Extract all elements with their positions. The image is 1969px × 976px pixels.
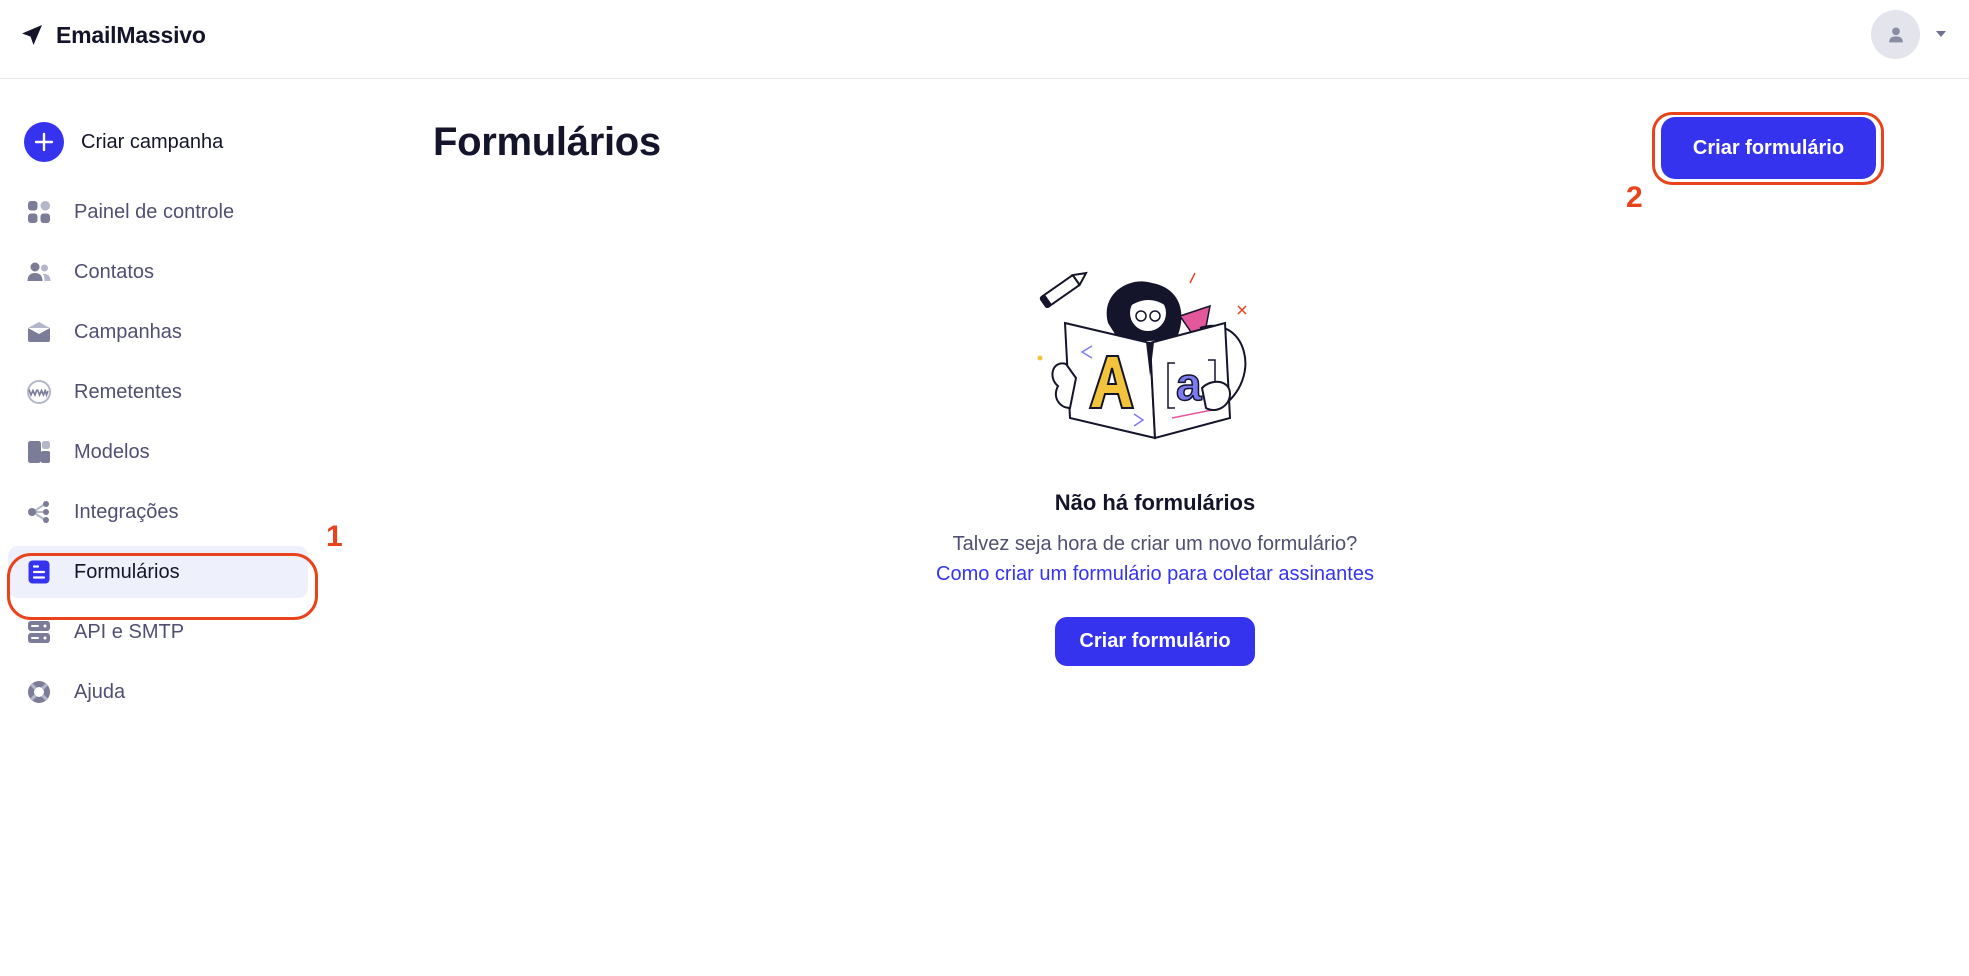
empty-state-create-form-button[interactable]: Criar formulário: [1055, 617, 1255, 666]
create-campaign-label: Criar campanha: [81, 130, 224, 153]
envelope-icon: [26, 319, 52, 345]
paper-plane-icon: [22, 25, 42, 45]
server-icon: [26, 619, 52, 645]
sidebar-item-label: Remetentes: [74, 380, 182, 403]
sidebar-item-integrations[interactable]: Integrações: [8, 486, 308, 538]
empty-state-subtitle: Talvez seja hora de criar um novo formul…: [952, 533, 1358, 555]
brand-logo[interactable]: EmailMassivo: [20, 20, 206, 50]
sidebar-item-templates[interactable]: Modelos: [8, 426, 308, 478]
user-icon: [1888, 26, 1903, 42]
empty-state-title: Não há formulários: [1054, 490, 1256, 515]
sidebar-item-campaigns[interactable]: Campanhas: [8, 306, 308, 358]
plus-icon: [24, 122, 64, 162]
sidebar-item-api-smtp[interactable]: API e SMTP: [8, 606, 308, 658]
top-bar: EmailMassivo: [0, 0, 1969, 79]
svg-text:a: a: [1176, 358, 1202, 410]
contacts-icon: [26, 259, 52, 285]
sidebar-item-help[interactable]: Ajuda: [8, 666, 308, 718]
annotation-number: 1: [326, 520, 343, 553]
sidebar-item-label: Ajuda: [74, 680, 126, 703]
empty-forms-illustration: a: [1037, 271, 1247, 440]
create-campaign-button[interactable]: Criar campanha: [24, 122, 223, 162]
sidebar-item-forms[interactable]: Formulários: [8, 546, 308, 598]
help-link-create-form[interactable]: Como criar um formulário para coletar as…: [855, 563, 1455, 586]
integrations-icon: [26, 499, 52, 525]
lifebuoy-icon: [26, 679, 52, 705]
sidebar-item-senders[interactable]: Remetentes: [8, 366, 308, 418]
sidebar-item-label: Painel de controle: [74, 200, 235, 223]
sidebar-item-label: API e SMTP: [74, 620, 185, 643]
avatar[interactable]: [1871, 10, 1920, 59]
globe-www-icon: [26, 379, 52, 405]
form-icon: [26, 559, 52, 585]
sidebar-item-label: Campanhas: [74, 320, 182, 343]
dashboard-icon: [26, 199, 52, 225]
page-title: Formulários: [433, 120, 661, 164]
templates-icon: [26, 439, 52, 465]
sidebar-item-label: Integrações: [74, 500, 179, 523]
sidebar-nav: Painel de controle Contatos Campanhas Re…: [8, 186, 308, 726]
sidebar-item-dashboard[interactable]: Painel de controle: [8, 186, 308, 238]
brand-name: EmailMassivo: [56, 21, 206, 48]
annotation-number: 2: [1626, 181, 1643, 214]
sidebar-item-contacts[interactable]: Contatos: [8, 246, 308, 298]
sidebar-item-label: Contatos: [74, 260, 155, 283]
sidebar-item-label: Modelos: [74, 440, 150, 463]
sidebar-item-label: Formulários: [74, 560, 180, 583]
sidebar: Criar campanha Painel de controle Contat…: [0, 80, 330, 976]
create-form-button[interactable]: Criar formulário: [1661, 117, 1876, 179]
caret-down-icon[interactable]: [1934, 27, 1948, 41]
